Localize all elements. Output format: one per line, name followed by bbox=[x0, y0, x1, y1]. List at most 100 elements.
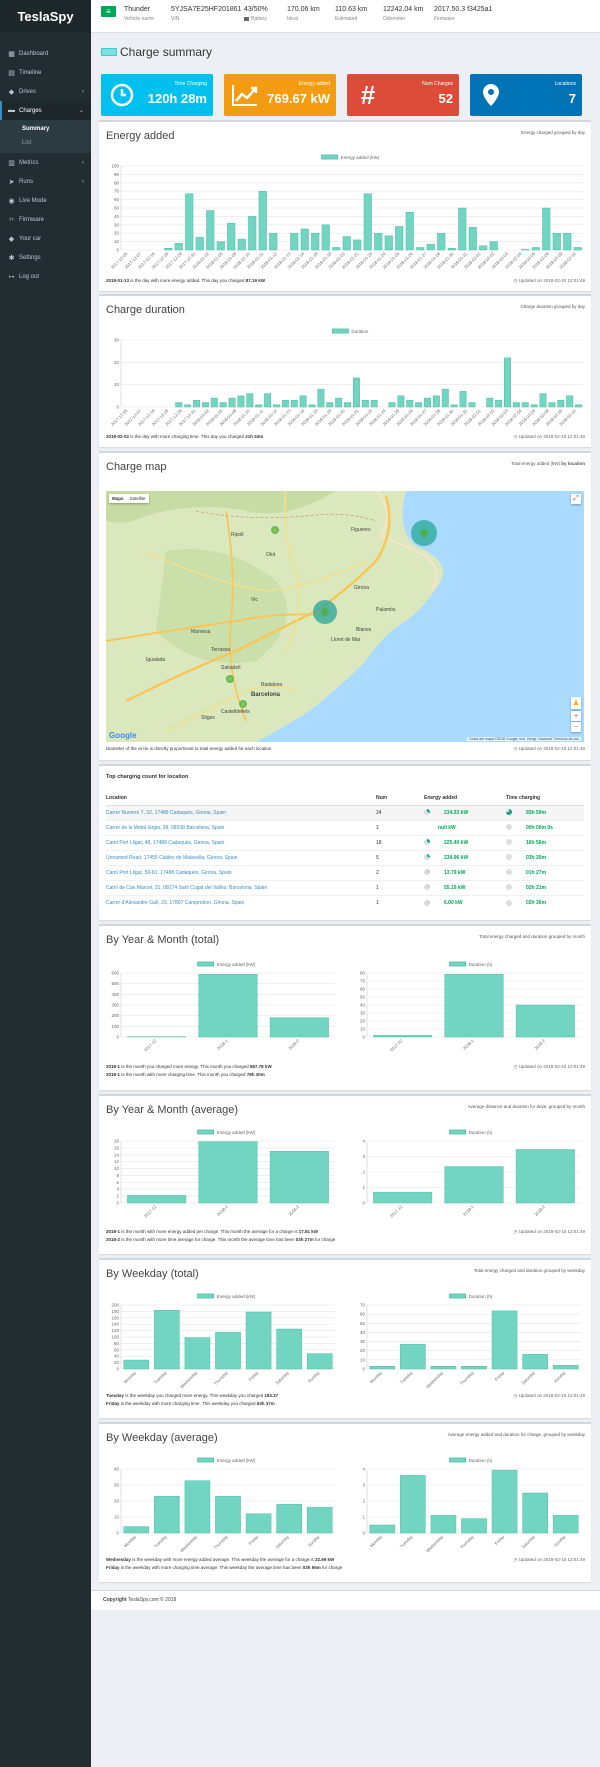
bar[interactable] bbox=[566, 395, 574, 408]
bar[interactable] bbox=[352, 377, 360, 408]
bar[interactable] bbox=[306, 1507, 333, 1534]
bar[interactable] bbox=[395, 226, 404, 251]
sidebar-item-dashboard[interactable]: ▦ Dashboard bbox=[0, 44, 91, 63]
location-link[interactable]: Camí de Can Marcet, 31, 08174 Sant Cugat… bbox=[106, 879, 376, 895]
sidebar-item-runs[interactable]: ➤ Runs ‹ bbox=[0, 172, 91, 191]
chart-legend[interactable]: Energy added (kW) bbox=[197, 1129, 256, 1135]
table-row[interactable]: Camí Port Lligat, 48, 17488 Cadaqués, Gi… bbox=[106, 834, 584, 850]
sidebar-subitem-summary[interactable]: Summary bbox=[0, 122, 91, 136]
location-link[interactable]: Carrer de la Metal·lúrgia, 38, 08038 Bar… bbox=[106, 819, 376, 835]
bar[interactable] bbox=[174, 243, 183, 251]
table-row[interactable]: Unnamed Road, 17455 Caldes de Malavella,… bbox=[106, 849, 584, 865]
bar[interactable] bbox=[504, 357, 511, 408]
bar[interactable] bbox=[185, 193, 194, 251]
bar[interactable] bbox=[227, 222, 236, 251]
bar[interactable] bbox=[300, 228, 309, 251]
bar[interactable] bbox=[369, 1524, 396, 1534]
bar[interactable] bbox=[515, 1149, 575, 1204]
bar[interactable] bbox=[290, 400, 298, 408]
bar[interactable] bbox=[461, 1518, 487, 1534]
bar[interactable] bbox=[397, 395, 405, 408]
bar[interactable] bbox=[468, 402, 476, 408]
bar[interactable] bbox=[563, 232, 572, 251]
bar[interactable] bbox=[269, 1017, 329, 1038]
bar[interactable] bbox=[486, 397, 494, 408]
bar[interactable] bbox=[495, 400, 503, 408]
bar[interactable] bbox=[210, 397, 218, 408]
bar[interactable] bbox=[479, 245, 488, 251]
sidebar-item-metrics[interactable]: ▥ Metrics ‹ bbox=[0, 153, 91, 172]
bar[interactable] bbox=[175, 402, 183, 408]
bar[interactable] bbox=[321, 224, 330, 251]
bar[interactable] bbox=[245, 1311, 272, 1370]
bar[interactable] bbox=[184, 404, 192, 408]
menu-toggle-button[interactable]: ≡ bbox=[101, 6, 116, 17]
bar[interactable] bbox=[246, 393, 254, 408]
bar[interactable] bbox=[552, 1515, 579, 1534]
bar[interactable] bbox=[216, 241, 225, 251]
bar[interactable] bbox=[430, 1515, 457, 1534]
bar[interactable] bbox=[374, 232, 383, 251]
bar[interactable] bbox=[522, 1492, 548, 1534]
table-row[interactable]: Carrer d'Alexandre Galí, 23, 17867 Campr… bbox=[106, 894, 584, 910]
bar[interactable] bbox=[215, 1495, 241, 1534]
table-row[interactable]: Carrer Numero 7, 32, 17488 Cadaqués, Gir… bbox=[106, 804, 584, 820]
zoom-out-button[interactable]: − bbox=[571, 722, 581, 732]
bar[interactable] bbox=[269, 232, 278, 251]
bar[interactable] bbox=[154, 1495, 180, 1534]
bar[interactable] bbox=[521, 402, 529, 408]
location-link[interactable]: Unnamed Road, 17455 Caldes de Malavella,… bbox=[106, 849, 376, 865]
bar[interactable] bbox=[276, 1328, 302, 1370]
sidebar-item-live-mode[interactable]: ◉ Live Mode bbox=[0, 191, 91, 210]
bar[interactable] bbox=[373, 1035, 433, 1038]
bar[interactable] bbox=[299, 395, 307, 408]
bar[interactable] bbox=[201, 402, 209, 408]
bar[interactable] bbox=[255, 404, 263, 408]
bar[interactable] bbox=[542, 207, 551, 251]
bar[interactable] bbox=[342, 236, 351, 251]
bar[interactable] bbox=[424, 397, 431, 408]
bar[interactable] bbox=[198, 1141, 258, 1204]
bar[interactable] bbox=[206, 210, 215, 251]
bar[interactable] bbox=[552, 1365, 579, 1370]
sidebar-item-timeline[interactable]: ▤ Timeline bbox=[0, 63, 91, 82]
map-type-satellite-button[interactable]: Satellite bbox=[127, 494, 149, 503]
bar[interactable] bbox=[184, 1337, 211, 1370]
sidebar-item-charges[interactable]: ▬ Charges ⌄ bbox=[0, 101, 91, 120]
bar[interactable] bbox=[195, 237, 204, 251]
chart-legend[interactable]: Energy added (kW) bbox=[197, 961, 256, 967]
chart-legend[interactable]: Energy added (kW) bbox=[197, 1457, 256, 1463]
location-link[interactable]: Carrer d'Alexandre Galí, 23, 17867 Campr… bbox=[106, 894, 376, 910]
sidebar-item-settings[interactable]: ✱ Settings bbox=[0, 248, 91, 267]
bar[interactable] bbox=[123, 1359, 150, 1370]
bar[interactable] bbox=[154, 1310, 180, 1370]
bar[interactable] bbox=[228, 397, 236, 408]
bar[interactable] bbox=[273, 404, 280, 408]
bar[interactable] bbox=[575, 404, 583, 408]
table-row[interactable]: Camí Port Lligat, 59-61, 17488 Cadaqués,… bbox=[106, 864, 584, 880]
sidebar-item-drives[interactable]: ◆ Drives ‹ bbox=[0, 82, 91, 101]
bar[interactable] bbox=[237, 238, 246, 251]
bar[interactable] bbox=[450, 404, 458, 408]
bar[interactable] bbox=[335, 397, 343, 408]
sidebar-item-firmware[interactable]: ‹› Firmware bbox=[0, 210, 91, 229]
sidebar-item-your-car[interactable]: ◆ Your car bbox=[0, 229, 91, 248]
bar[interactable] bbox=[306, 1353, 333, 1370]
bar[interactable] bbox=[444, 973, 504, 1038]
sidebar-item-log-out[interactable]: ↦ Log out bbox=[0, 267, 91, 286]
bar[interactable] bbox=[491, 1310, 518, 1370]
chart-legend[interactable]: Duration (h) bbox=[449, 961, 493, 967]
bar[interactable] bbox=[415, 402, 423, 408]
bar[interactable] bbox=[521, 248, 530, 251]
bar[interactable] bbox=[458, 207, 467, 251]
chart-legend[interactable]: Duration bbox=[331, 328, 369, 334]
bar[interactable] bbox=[548, 402, 556, 408]
bar[interactable] bbox=[237, 395, 245, 408]
chart-legend[interactable]: Duration (h) bbox=[449, 1129, 493, 1135]
chart-legend[interactable]: Duration (h) bbox=[449, 1457, 493, 1463]
bar[interactable] bbox=[276, 1503, 302, 1534]
bar[interactable] bbox=[384, 235, 393, 251]
bar[interactable] bbox=[444, 1166, 504, 1204]
bar[interactable] bbox=[461, 1366, 487, 1370]
table-row[interactable]: Carrer de la Metal·lúrgia, 38, 08038 Bar… bbox=[106, 819, 584, 835]
